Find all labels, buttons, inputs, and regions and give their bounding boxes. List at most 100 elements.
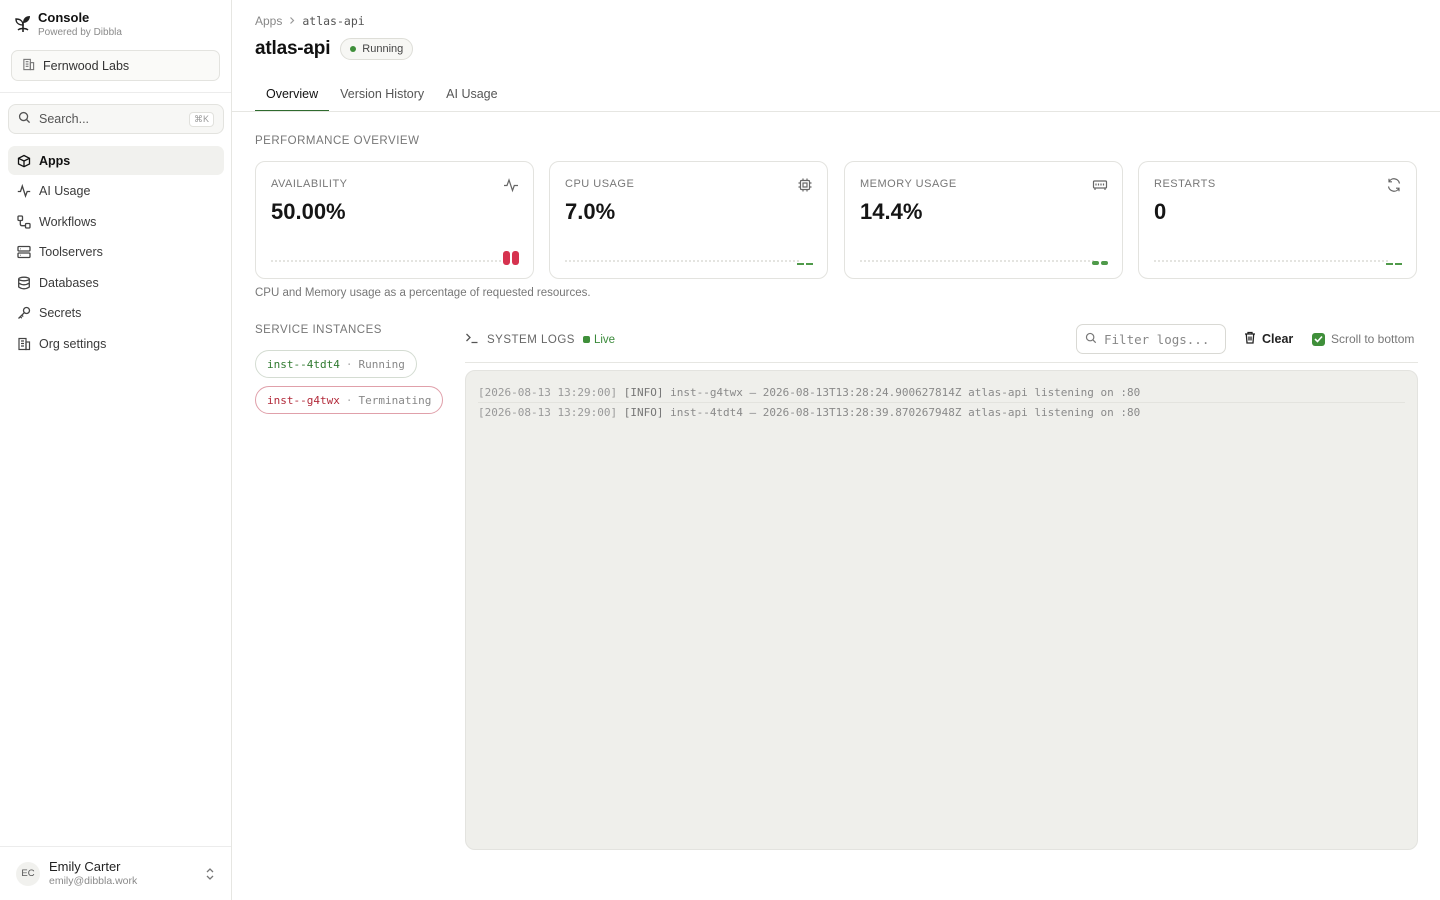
card-label: RESTARTS bbox=[1154, 178, 1216, 190]
instance-separator: · bbox=[345, 393, 353, 407]
sidebar-item-ai-usage[interactable]: AI Usage bbox=[8, 177, 224, 206]
sidebar-item-org-settings[interactable]: Org settings bbox=[8, 329, 224, 358]
cpu-icon bbox=[797, 177, 813, 193]
server-icon bbox=[17, 245, 31, 259]
logs-title: SYSTEM LOGS Live bbox=[465, 332, 615, 347]
restarts-card: RESTARTS 0 bbox=[1138, 161, 1417, 279]
trash-icon bbox=[1244, 331, 1256, 347]
brand-subtitle: Powered by Dibbla bbox=[38, 27, 122, 38]
sidebar-item-toolservers[interactable]: Toolservers bbox=[8, 238, 224, 267]
instance-separator: · bbox=[345, 357, 353, 371]
sidebar-item-label: Apps bbox=[39, 153, 71, 168]
search-icon bbox=[1085, 332, 1097, 347]
database-icon bbox=[17, 276, 31, 290]
search-icon bbox=[18, 111, 31, 127]
log-output[interactable]: [2026-08-13 13:29:00] [INFO] inst--g4twx… bbox=[465, 370, 1418, 850]
brand-title: Console bbox=[38, 10, 90, 25]
log-line: [2026-08-13 13:29:00] [INFO] inst--4tdt4… bbox=[478, 403, 1405, 423]
card-value: 0 bbox=[1154, 199, 1167, 224]
org-switcher[interactable]: Fernwood Labs bbox=[11, 50, 220, 81]
tab-version-history[interactable]: Version History bbox=[329, 78, 435, 112]
tab-bar: Overview Version History AI Usage bbox=[255, 78, 509, 112]
sidebar-item-apps[interactable]: Apps bbox=[8, 146, 224, 175]
status-text: Running bbox=[362, 43, 404, 55]
tab-divider bbox=[232, 111, 1440, 112]
activity-icon bbox=[17, 184, 31, 198]
log-timestamp: [2026-08-13 13:29:00] bbox=[478, 386, 618, 399]
instance-state: Terminating bbox=[358, 393, 432, 407]
performance-overview-heading: PERFORMANCE OVERVIEW bbox=[255, 135, 420, 147]
card-label: CPU USAGE bbox=[565, 178, 635, 190]
instance-chip[interactable]: inst--g4twx · Terminating bbox=[255, 386, 444, 414]
search-placeholder: Search... bbox=[39, 112, 90, 126]
status-dot-icon bbox=[350, 46, 357, 52]
avatar: EC bbox=[16, 861, 40, 886]
chevron-up-down-icon[interactable] bbox=[205, 867, 215, 884]
user-email: emily@dibbla.work bbox=[49, 875, 138, 887]
instance-id: inst--4tdt4 bbox=[267, 357, 340, 371]
memory-usage-card: MEMORY USAGE 14.4% bbox=[844, 161, 1123, 279]
log-message: inst--g4twx — 2026-08-13T13:28:24.900627… bbox=[670, 386, 1141, 399]
sparkline-baseline bbox=[860, 260, 1094, 262]
scroll-to-bottom-toggle[interactable]: Scroll to bottom bbox=[1312, 332, 1414, 346]
user-menu[interactable]: EC Emily Carter emily@dibbla.work bbox=[0, 846, 231, 900]
log-message: inst--4tdt4 — 2026-08-13T13:28:39.870267… bbox=[670, 406, 1141, 419]
clear-logs-button[interactable]: Clear bbox=[1244, 331, 1293, 347]
page-title: atlas-api bbox=[255, 38, 331, 59]
card-value: 7.0% bbox=[565, 199, 616, 224]
page-header: atlas-api Running bbox=[255, 38, 414, 60]
instance-chip[interactable]: inst--4tdt4 · Running bbox=[255, 350, 417, 378]
breadcrumb-current: atlas-api bbox=[302, 14, 365, 28]
user-name: Emily Carter bbox=[49, 859, 121, 874]
performance-caption: CPU and Memory usage as a percentage of … bbox=[255, 287, 591, 299]
org-name: Fernwood Labs bbox=[43, 58, 130, 73]
clear-label: Clear bbox=[1262, 332, 1294, 346]
sparkline-baseline bbox=[565, 260, 799, 262]
sidebar-item-secrets[interactable]: Secrets bbox=[8, 299, 224, 328]
sidebar-item-label: Databases bbox=[39, 275, 99, 290]
log-line: [2026-08-13 13:29:00] [INFO] inst--g4twx… bbox=[478, 383, 1405, 403]
sidebar: Console Powered by Dibbla Fernwood Labs … bbox=[0, 0, 232, 900]
tab-ai-usage[interactable]: AI Usage bbox=[435, 78, 508, 112]
building-icon bbox=[17, 337, 31, 351]
refresh-icon bbox=[1386, 177, 1402, 193]
status-badge: Running bbox=[340, 38, 414, 60]
filter-placeholder: Filter logs... bbox=[1104, 331, 1210, 347]
restarts-sparkline bbox=[1386, 263, 1402, 265]
activity-icon bbox=[503, 177, 519, 193]
logs-divider bbox=[465, 362, 1418, 363]
filter-logs-input[interactable]: Filter logs... bbox=[1076, 324, 1226, 354]
card-label: AVAILABILITY bbox=[271, 178, 348, 190]
card-value: 50.00% bbox=[271, 199, 346, 224]
search-input[interactable]: Search... ⌘K bbox=[8, 104, 224, 134]
sidebar-divider bbox=[0, 92, 231, 93]
workflow-icon bbox=[17, 214, 31, 229]
spark-bar bbox=[512, 251, 519, 265]
sidebar-item-label: Workflows bbox=[39, 214, 97, 229]
brand[interactable]: Console Powered by Dibbla bbox=[14, 10, 122, 39]
sidebar-item-label: Toolservers bbox=[39, 245, 103, 259]
sidebar-item-workflows[interactable]: Workflows bbox=[8, 207, 224, 236]
live-label: Live bbox=[593, 333, 616, 346]
spark-bar bbox=[503, 251, 510, 265]
log-level: [INFO] bbox=[623, 386, 664, 399]
logs-toolbar: SYSTEM LOGS Live Filter logs... Clear Sc… bbox=[465, 324, 1418, 354]
sprout-logo-icon bbox=[14, 13, 32, 33]
chevron-right-icon bbox=[288, 14, 296, 28]
key-icon bbox=[17, 306, 31, 320]
memory-sparkline bbox=[1092, 261, 1108, 265]
instance-id: inst--g4twx bbox=[267, 393, 340, 407]
spark-bar bbox=[1395, 263, 1402, 265]
spark-bar bbox=[1386, 263, 1393, 265]
tab-overview[interactable]: Overview bbox=[255, 78, 330, 112]
memory-icon bbox=[1092, 177, 1108, 193]
card-value: 14.4% bbox=[860, 199, 923, 224]
card-label: MEMORY USAGE bbox=[860, 178, 957, 190]
sparkline-baseline bbox=[271, 260, 505, 262]
breadcrumb-apps-link[interactable]: Apps bbox=[255, 14, 282, 28]
sidebar-item-label: Org settings bbox=[39, 336, 107, 351]
sidebar-item-databases[interactable]: Databases bbox=[8, 268, 224, 297]
checkbox-checked-icon[interactable] bbox=[1312, 332, 1325, 346]
main-content: Apps atlas-api atlas-api Running Overvie… bbox=[232, 0, 1440, 900]
sidebar-item-label: Secrets bbox=[39, 306, 82, 320]
